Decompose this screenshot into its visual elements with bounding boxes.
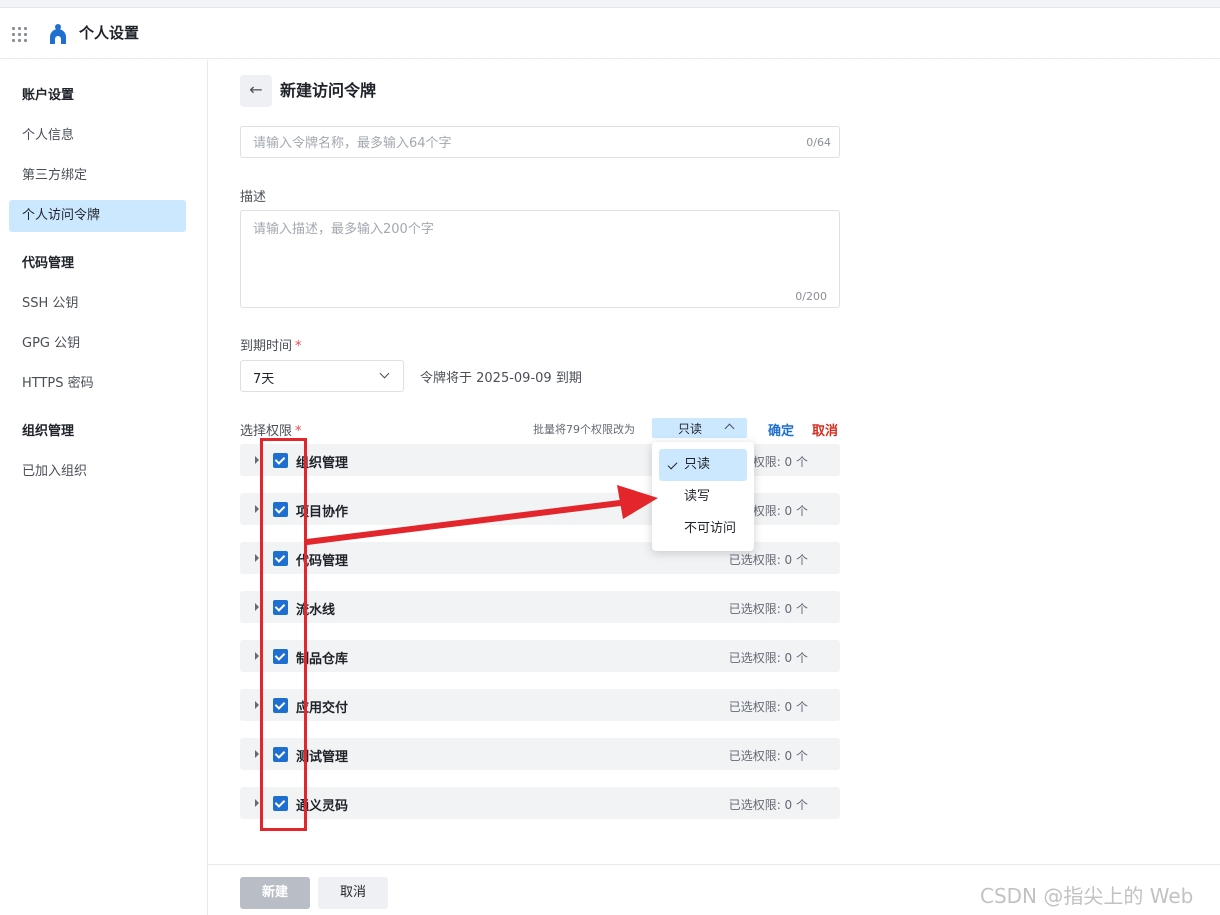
sidebar: 账户设置 个人信息 第三方绑定 个人访问令牌 代码管理 SSH 公钥 GPG 公… (0, 60, 208, 915)
permission-count: 已选权限: 0 个 (728, 651, 808, 665)
caret-right-icon[interactable] (255, 701, 259, 709)
description-input[interactable] (253, 218, 823, 278)
caret-right-icon[interactable] (255, 554, 259, 562)
batch-selected-value: 只读 (678, 422, 703, 436)
sidebar-item-profile[interactable]: 个人信息 (9, 120, 186, 152)
permission-row[interactable]: 应用交付 已选权限: 0 个 (240, 689, 840, 721)
permission-row[interactable]: 通义灵码 已选权限: 0 个 (240, 787, 840, 819)
main-content: ← 新建访问令牌 0/64 描述 0/200 到期时间* 7天 令牌将于 202… (208, 60, 1220, 915)
batch-confirm-button[interactable]: 确定 (768, 420, 794, 439)
caret-right-icon[interactable] (255, 505, 259, 513)
token-name-field[interactable]: 0/64 (240, 126, 840, 158)
description-counter: 0/200 (795, 290, 827, 303)
sidebar-group-account: 账户设置 (22, 88, 75, 103)
permission-count: 已选权限: 0 个 (728, 700, 808, 714)
permission-row[interactable]: 制品仓库 已选权限: 0 个 (240, 640, 840, 672)
permission-count: 已选权限: 0 个 (728, 602, 808, 616)
chevron-up-icon (724, 423, 735, 434)
caret-right-icon[interactable] (255, 750, 259, 758)
batch-permission-select[interactable]: 只读 (652, 418, 747, 438)
permission-row[interactable]: 流水线 已选权限: 0 个 (240, 591, 840, 623)
caret-right-icon[interactable] (255, 799, 259, 807)
token-name-input[interactable] (253, 134, 793, 152)
expiry-select[interactable]: 7天 (240, 360, 404, 392)
sidebar-group-code: 代码管理 (22, 256, 75, 271)
sidebar-item-access-tokens[interactable]: 个人访问令牌 (9, 200, 186, 232)
create-button[interactable]: 新建 (240, 877, 310, 909)
sidebar-item-https-password[interactable]: HTTPS 密码 (9, 368, 186, 400)
caret-right-icon[interactable] (255, 652, 259, 660)
back-button[interactable]: ← (240, 75, 272, 107)
expiry-label: 到期时间 * (240, 339, 302, 354)
dropdown-option-no-access[interactable]: 不可访问 (659, 513, 747, 545)
sidebar-item-ssh-key[interactable]: SSH 公钥 (9, 288, 186, 320)
apps-grid-icon[interactable] (12, 27, 28, 42)
check-icon (667, 459, 678, 470)
permission-count: 已选权限: 0 个 (728, 749, 808, 763)
expiry-note: 令牌将于 2025-09-09 到期 (420, 371, 582, 386)
app-title: 个人设置 (79, 24, 140, 42)
arrow-left-icon: ← (249, 80, 263, 99)
top-bar: 个人设置 (0, 8, 1220, 59)
sidebar-item-gpg-key[interactable]: GPG 公钥 (9, 328, 186, 360)
watermark: CSDN @指尖上的 Web (980, 884, 1194, 908)
sidebar-item-third-party[interactable]: 第三方绑定 (9, 160, 186, 192)
chevron-down-icon (379, 368, 390, 379)
sidebar-item-joined-orgs[interactable]: 已加入组织 (9, 456, 186, 488)
permission-row[interactable]: 测试管理 已选权限: 0 个 (240, 738, 840, 770)
caret-right-icon[interactable] (255, 603, 259, 611)
permissions-label: 选择权限 * (240, 424, 302, 439)
dropdown-option-readwrite[interactable]: 读写 (659, 481, 747, 513)
description-field[interactable]: 0/200 (240, 210, 840, 308)
batch-cancel-button[interactable]: 取消 (812, 420, 838, 439)
user-logo-icon (50, 24, 66, 44)
batch-change-text: 批量将79个权限改为 (533, 423, 635, 436)
token-name-counter: 0/64 (806, 136, 831, 149)
cancel-button[interactable]: 取消 (318, 877, 388, 909)
description-label: 描述 (240, 190, 267, 205)
batch-permission-dropdown: 只读 读写 不可访问 (652, 442, 754, 551)
browser-top-strip (0, 0, 1220, 8)
expiry-selected-value: 7天 (253, 372, 275, 387)
sidebar-group-org: 组织管理 (22, 424, 75, 439)
permission-count: 已选权限: 0 个 (728, 798, 808, 812)
caret-right-icon[interactable] (255, 456, 259, 464)
page-title: 新建访问令牌 (280, 81, 377, 100)
permission-count: 已选权限: 0 个 (728, 553, 808, 567)
annotation-highlight-box (260, 438, 307, 831)
dropdown-option-readonly[interactable]: 只读 (659, 449, 747, 481)
